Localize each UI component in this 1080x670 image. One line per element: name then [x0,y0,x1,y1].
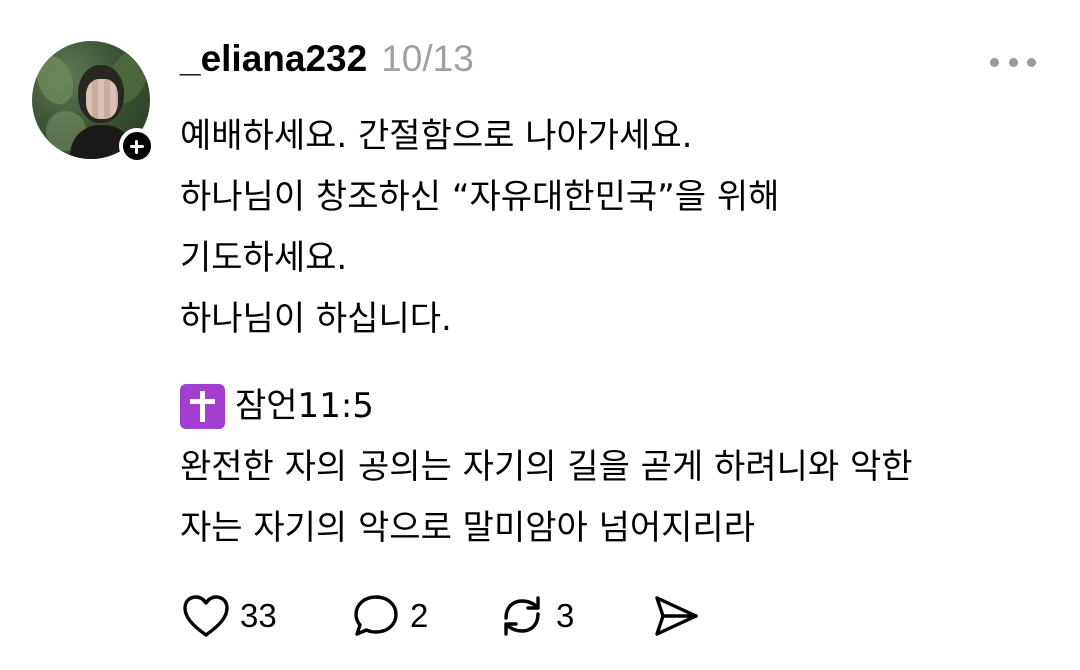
post-header: _eliana232 10/13 [180,38,474,88]
latin-cross-emoji-icon [180,384,225,429]
post-actions: 33 2 3 [182,590,700,642]
like-count: 33 [240,597,277,634]
send-icon [655,596,698,636]
repost-count: 3 [556,597,575,634]
plus-icon[interactable] [119,128,155,164]
heart-icon [183,595,229,637]
verse-reference-text: 잠언11:5 [235,386,374,426]
comment-bubble-icon [354,595,398,636]
post-text-line: 하나님이 하십니다. [180,299,452,339]
post-text-line: 예배하세요. 간절함으로 나아가세요. [180,116,693,156]
more-horizontal-icon[interactable] [990,55,1036,69]
share-button[interactable] [652,593,700,639]
avatar-wrapper[interactable] [32,41,155,164]
repost-button[interactable]: 3 [498,593,652,639]
repost-arrows-icon [504,596,540,636]
post-text-line: 기도하세요. [180,238,348,278]
reply-button[interactable]: 2 [352,593,498,639]
verse-text-line: 자는 자기의 악으로 말미암아 넘어지리라 [180,508,755,548]
like-button[interactable]: 33 [182,594,352,638]
reply-count: 2 [410,597,429,634]
timestamp: 10/13 [381,38,474,79]
post-text-line: 하나님이 창조하신 “자유대한민국”을 위해 [180,177,780,217]
verse-text-line: 완전한 자의 공의는 자기의 길을 곧게 하려니와 악한 [180,447,913,487]
username[interactable]: _eliana232 [180,38,367,80]
verse-reference: 잠언11:5 [180,376,1040,437]
post-body: 예배하세요. 간절함으로 나아가세요. 하나님이 창조하신 “자유대한민국”을 … [180,106,1040,559]
